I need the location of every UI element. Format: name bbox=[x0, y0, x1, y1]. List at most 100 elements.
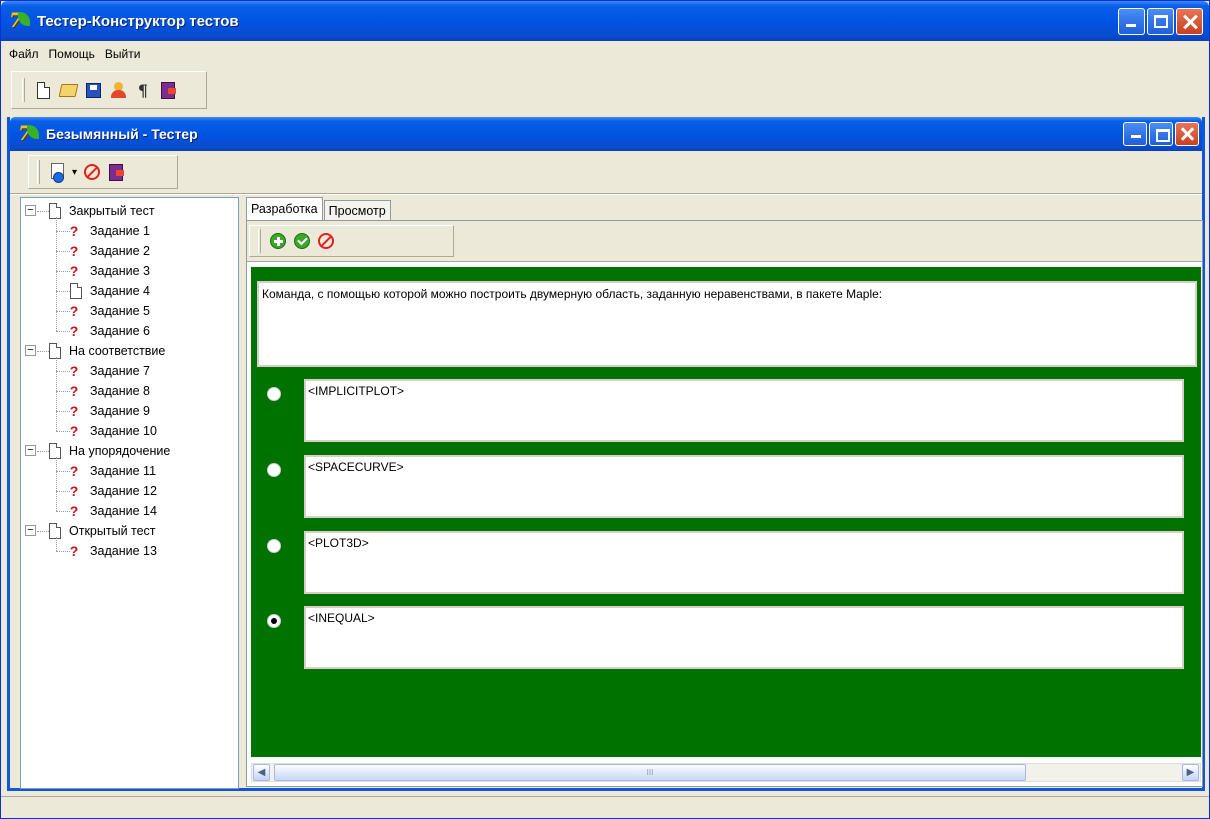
answer-field[interactable]: <INEQUAL> bbox=[304, 606, 1184, 669]
help-button[interactable]: ¶ bbox=[134, 80, 152, 100]
tree-item-label: Задание 5 bbox=[90, 304, 151, 318]
tree-item[interactable]: ? Задание 8 bbox=[68, 381, 150, 401]
tree-item-label: Задание 6 bbox=[90, 324, 151, 338]
tree-group[interactable]: Закрытый тест bbox=[49, 201, 155, 221]
child-toolbar: ▾ bbox=[28, 155, 178, 189]
child-window: 7 Безымянный - Тестер ▾ − Закрытый тест? З… bbox=[7, 117, 1205, 791]
save-button[interactable] bbox=[84, 81, 102, 99]
app-logo-icon: 7 bbox=[9, 8, 31, 32]
tab-preview[interactable]: Просмотр bbox=[323, 200, 391, 221]
help-icon: ¶ bbox=[137, 80, 149, 100]
new-icon bbox=[36, 81, 50, 99]
chevron-right-icon: ▶ bbox=[1186, 767, 1195, 778]
scroll-right-button[interactable]: ▶ bbox=[1182, 764, 1199, 781]
answer-row: <SPACECURVE> bbox=[251, 455, 1201, 519]
tree-connector bbox=[37, 351, 49, 352]
open-button[interactable] bbox=[58, 81, 78, 99]
tree-item-label: Задание 11 bbox=[90, 464, 157, 478]
toolbar-grip[interactable] bbox=[258, 229, 261, 253]
tree-item[interactable]: ? Задание 7 bbox=[68, 361, 150, 381]
delete-answer-button[interactable] bbox=[317, 232, 335, 250]
child-minimize-button[interactable] bbox=[1123, 122, 1147, 146]
tree-connector bbox=[56, 217, 57, 331]
toolbar-grip[interactable] bbox=[22, 78, 25, 102]
toolbar-grip[interactable] bbox=[37, 160, 40, 184]
add-answer-button[interactable] bbox=[269, 232, 287, 250]
app-titlebar[interactable]: 7 Тестер-Конструктор тестов bbox=[1, 1, 1209, 41]
tree-item[interactable]: ? Задание 13 bbox=[68, 541, 157, 561]
answer-radio[interactable] bbox=[267, 387, 281, 401]
delete-button[interactable] bbox=[83, 163, 101, 181]
tree-item[interactable]: ? Задание 11 bbox=[68, 461, 156, 481]
tree-group[interactable]: Открытый тест bbox=[49, 521, 156, 541]
child-maximize-button[interactable] bbox=[1149, 122, 1173, 146]
users-icon bbox=[110, 81, 127, 99]
tree-item[interactable]: ? Задание 5 bbox=[68, 301, 150, 321]
answer-radio-selected[interactable] bbox=[267, 614, 281, 628]
child-close-button[interactable] bbox=[1175, 122, 1199, 146]
question-field[interactable]: Команда, с помощью которой можно построи… bbox=[257, 281, 1197, 367]
document-icon bbox=[49, 523, 61, 539]
users-button[interactable] bbox=[109, 81, 127, 99]
tree-item-label: Задание 14 bbox=[90, 504, 157, 518]
main-toolbar: ¶ bbox=[11, 71, 207, 109]
tree-group[interactable]: На упорядочение bbox=[49, 441, 170, 461]
child-exit-button[interactable] bbox=[107, 163, 125, 181]
tree-item-label: Задание 9 bbox=[90, 404, 151, 418]
scroll-left-button[interactable]: ◀ bbox=[253, 764, 270, 781]
answer-row: <INEQUAL> bbox=[251, 606, 1201, 670]
tree-expander[interactable]: − bbox=[25, 345, 36, 356]
tree-item[interactable]: Задание 4 bbox=[70, 281, 150, 301]
panel-toolbar bbox=[249, 225, 454, 257]
tree-item[interactable]: ? Задание 2 bbox=[68, 241, 150, 261]
tree-item[interactable]: ? Задание 9 bbox=[68, 401, 150, 421]
menu-file[interactable]: Файл bbox=[5, 44, 43, 66]
scroll-thumb[interactable]: III bbox=[274, 764, 1026, 781]
chevron-down-icon[interactable]: ▾ bbox=[72, 167, 77, 178]
menu-exit[interactable]: Выйти bbox=[101, 44, 145, 66]
answer-field[interactable]: <SPACECURVE> bbox=[304, 455, 1184, 518]
tree-item-label: Задание 3 bbox=[90, 264, 151, 278]
answer-radio[interactable] bbox=[267, 539, 281, 553]
tree-expander[interactable]: − bbox=[25, 525, 36, 536]
menu-help[interactable]: Помощь bbox=[45, 44, 99, 66]
tree-item[interactable]: ? Задание 1 bbox=[68, 221, 150, 241]
tree-item[interactable]: ? Задание 10 bbox=[68, 421, 157, 441]
question-mark-icon: ? bbox=[69, 263, 79, 279]
new-button[interactable] bbox=[34, 81, 52, 99]
tree-item[interactable]: ? Задание 3 bbox=[68, 261, 150, 281]
tree-item-label: Задание 2 bbox=[90, 244, 151, 258]
horizontal-scrollbar[interactable]: ◀ III ▶ bbox=[251, 763, 1201, 782]
child-title: Безымянный - Тестер bbox=[46, 126, 198, 142]
tree-item[interactable]: ? Задание 6 bbox=[68, 321, 150, 341]
answer-field[interactable]: <PLOT3D> bbox=[304, 531, 1184, 594]
minimize-button[interactable] bbox=[1118, 8, 1145, 35]
tree-group[interactable]: На соответствие bbox=[49, 341, 165, 361]
check-button[interactable] bbox=[293, 232, 311, 250]
tree-connector bbox=[37, 211, 49, 212]
tree-expander[interactable]: − bbox=[25, 205, 36, 216]
close-button[interactable] bbox=[1176, 8, 1203, 35]
tree-item-label: Задание 13 bbox=[90, 544, 157, 558]
child-titlebar[interactable]: 7 Безымянный - Тестер bbox=[10, 117, 1202, 151]
tab-development[interactable]: Разработка bbox=[246, 197, 323, 221]
tree-item[interactable]: ? Задание 12 bbox=[68, 481, 157, 501]
minimize-icon bbox=[1131, 135, 1141, 138]
tree-connector bbox=[37, 451, 49, 452]
tree-group-label: На соответствие bbox=[69, 344, 166, 358]
exit-button[interactable] bbox=[159, 81, 177, 99]
answer-radio[interactable] bbox=[267, 463, 281, 477]
tree-expander[interactable]: − bbox=[25, 445, 36, 456]
tab-strip: Разработка Просмотр bbox=[246, 197, 392, 221]
tree-item-label: Задание 8 bbox=[90, 384, 151, 398]
tree-connector bbox=[56, 291, 70, 292]
answer-row: <IMPLICITPLOT> bbox=[251, 379, 1201, 443]
question-mark-icon: ? bbox=[69, 243, 79, 259]
maximize-button[interactable] bbox=[1147, 8, 1174, 35]
answer-field[interactable]: <IMPLICITPLOT> bbox=[304, 379, 1184, 442]
maximize-icon bbox=[1154, 15, 1168, 28]
tree-group-label: Закрытый тест bbox=[69, 204, 155, 218]
tree-item[interactable]: ? Задание 14 bbox=[68, 501, 157, 521]
test-tree[interactable]: − Закрытый тест? Задание 1? Задание 2? Задан… bbox=[20, 197, 239, 789]
add-dropdown-button[interactable] bbox=[48, 163, 66, 183]
